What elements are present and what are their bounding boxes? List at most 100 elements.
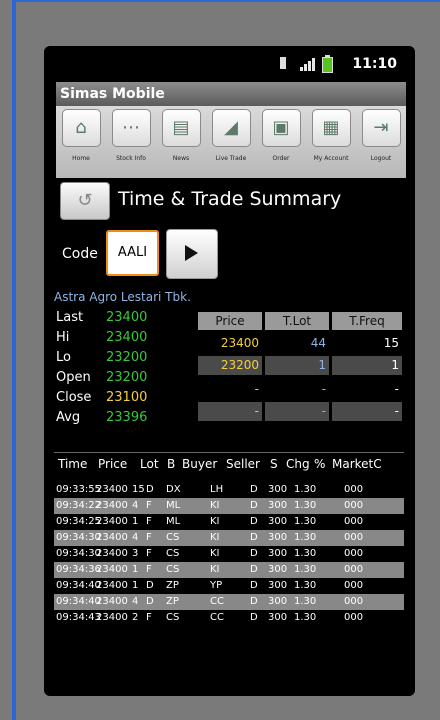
trade-cell: 1.30 — [294, 500, 317, 511]
trade-cell: D — [146, 580, 154, 591]
price-cell: 23200 — [198, 356, 262, 375]
play-icon — [185, 245, 198, 261]
trade-cell: 000 — [344, 516, 364, 527]
trade-cell: 000 — [344, 612, 364, 623]
trade-cell: KI — [210, 548, 220, 559]
toolbar-label: Home — [72, 155, 90, 162]
table-row[interactable]: 09:34:36 23400 1 F CS KI D 300 1.30 000 — [54, 562, 404, 578]
trade-cell: 1.30 — [294, 532, 317, 543]
col-chg: Chg — [286, 457, 310, 471]
news-button[interactable]: ▤ — [161, 109, 201, 147]
trade-cell: 09:34:40 — [56, 580, 101, 591]
col-market: MarketC — [332, 457, 382, 471]
trade-cell: D — [250, 612, 258, 623]
trade-cell: 09:34:36 — [56, 564, 101, 575]
trade-cell: ML — [166, 500, 181, 511]
phone-screen: 11:10 Simas Mobile ⌂ Home ⋯ Stock Info ▤… — [44, 46, 415, 696]
table-row[interactable]: 09:33:55 23400 15 D DX LH D 300 1.30 000 — [54, 482, 404, 498]
trade-cell: CS — [166, 532, 180, 543]
toolbar-order[interactable]: ▣ Order — [258, 109, 304, 162]
freq-cell: - — [394, 382, 399, 396]
trade-cell: 000 — [344, 596, 364, 607]
code-label: Code — [62, 246, 98, 262]
trade-cell: 1.30 — [294, 596, 317, 607]
lot-cell: 44 — [310, 336, 326, 350]
trade-cell: 23400 — [96, 516, 128, 527]
home-button[interactable]: ⌂ — [61, 109, 101, 147]
trade-cell: 1 — [132, 580, 139, 591]
order-button[interactable]: ▣ — [261, 109, 301, 147]
live-trade-button[interactable]: ◢ — [211, 109, 251, 147]
trade-cell: 1.30 — [294, 484, 317, 495]
trade-cell: 300 — [268, 500, 288, 511]
table-row[interactable]: 09:34:30 23400 4 F CS KI D 300 1.30 000 — [54, 530, 404, 546]
trade-cell: 09:34:25 — [56, 516, 101, 527]
col-s: S — [270, 457, 278, 471]
trade-cell: YP — [210, 580, 223, 591]
lot-cell: 1 — [265, 356, 329, 375]
table-row[interactable]: 09:34:43 23400 2 F CS CC D 300 1.30 000 — [54, 610, 404, 626]
trade-table-header: Time Price Lot B Buyer Seller S Chg % Ma… — [54, 452, 404, 475]
status-bar: 11:10 — [44, 46, 415, 78]
toolbar-live-trade[interactable]: ◢ Live Trade — [208, 109, 254, 162]
col-lot: Lot — [140, 457, 159, 471]
code-input[interactable]: AALI — [106, 230, 159, 276]
trade-cell: 000 — [344, 580, 364, 591]
trade-cell: D — [146, 596, 154, 607]
table-row[interactable]: 09:34:25 23400 1 F ML KI D 300 1.30 000 — [54, 514, 404, 530]
col-seller: Seller — [226, 457, 260, 471]
trade-cell: KI — [210, 516, 220, 527]
trade-cell: ZP — [166, 596, 179, 607]
toolbar-stock-info[interactable]: ⋯ Stock Info — [108, 109, 154, 162]
trade-cell: 09:33:55 — [56, 484, 101, 495]
price-cell: 23400 — [220, 336, 259, 350]
table-row[interactable]: 09:34:40 23400 4 D ZP CC D 300 1.30 000 — [54, 594, 404, 610]
trade-cell: F — [146, 532, 152, 543]
tlot-header: T.Lot — [265, 312, 329, 330]
lot-cell: - — [321, 382, 326, 396]
my-account-button[interactable]: ▦ — [311, 109, 351, 147]
toolbar-news[interactable]: ▤ News — [158, 109, 204, 162]
stat-value: 23396 — [106, 410, 148, 425]
trade-cell: 3 — [132, 548, 139, 559]
go-button[interactable] — [166, 229, 218, 279]
news-icon: ▤ — [172, 117, 190, 138]
trade-cell: D — [250, 484, 258, 495]
stat-value: 23100 — [106, 390, 148, 405]
toolbar-my-account[interactable]: ▦ My Account — [308, 109, 354, 162]
table-row[interactable]: 09:34:40 23400 1 D ZP YP D 300 1.30 000 — [54, 578, 404, 594]
live-trade-icon: ◢ — [224, 117, 238, 138]
trade-cell: 09:34:43 — [56, 612, 101, 623]
trade-cell: 300 — [268, 532, 288, 543]
trade-cell: 300 — [268, 564, 288, 575]
logout-button[interactable]: ⇥ — [361, 109, 401, 147]
trade-cell: LH — [210, 484, 224, 495]
stock-info-icon: ⋯ — [122, 117, 140, 138]
trade-cell: F — [146, 612, 152, 623]
trade-cell: 1 — [132, 564, 139, 575]
back-button[interactable]: ↺ — [60, 182, 110, 220]
toolbar-label: Stock Info — [116, 155, 146, 162]
toolbar-logout[interactable]: ⇥ Logout — [358, 109, 404, 162]
col-time: Time — [58, 457, 88, 471]
toolbar-label: My Account — [313, 155, 349, 162]
trade-cell: 1.30 — [294, 564, 317, 575]
trade-cell: F — [146, 500, 152, 511]
price-cell: - — [254, 382, 259, 396]
trade-list[interactable]: 09:33:55 23400 15 D DX LH D 300 1.30 000 09:34:22 2… — [54, 482, 404, 626]
stock-info-button[interactable]: ⋯ — [111, 109, 151, 147]
trade-cell: CS — [166, 548, 180, 559]
trade-cell: D — [250, 532, 258, 543]
trade-cell: DX — [166, 484, 181, 495]
trade-cell: 1.30 — [294, 548, 317, 559]
main-toolbar: ⌂ Home ⋯ Stock Info ▤ News ◢ Live Trade … — [56, 106, 406, 178]
stat-label: Avg — [56, 410, 81, 425]
trade-cell: F — [146, 516, 152, 527]
toolbar-label: Live Trade — [215, 155, 247, 162]
trade-cell: CC — [210, 612, 224, 623]
trade-cell: KI — [210, 500, 220, 511]
toolbar-home[interactable]: ⌂ Home — [58, 109, 104, 162]
table-row[interactable]: 09:34:30 23400 3 F CS KI D 300 1.30 000 — [54, 546, 404, 562]
lot-cell: - — [265, 402, 329, 421]
table-row[interactable]: 09:34:22 23400 4 F ML KI D 300 1.30 000 — [54, 498, 404, 514]
